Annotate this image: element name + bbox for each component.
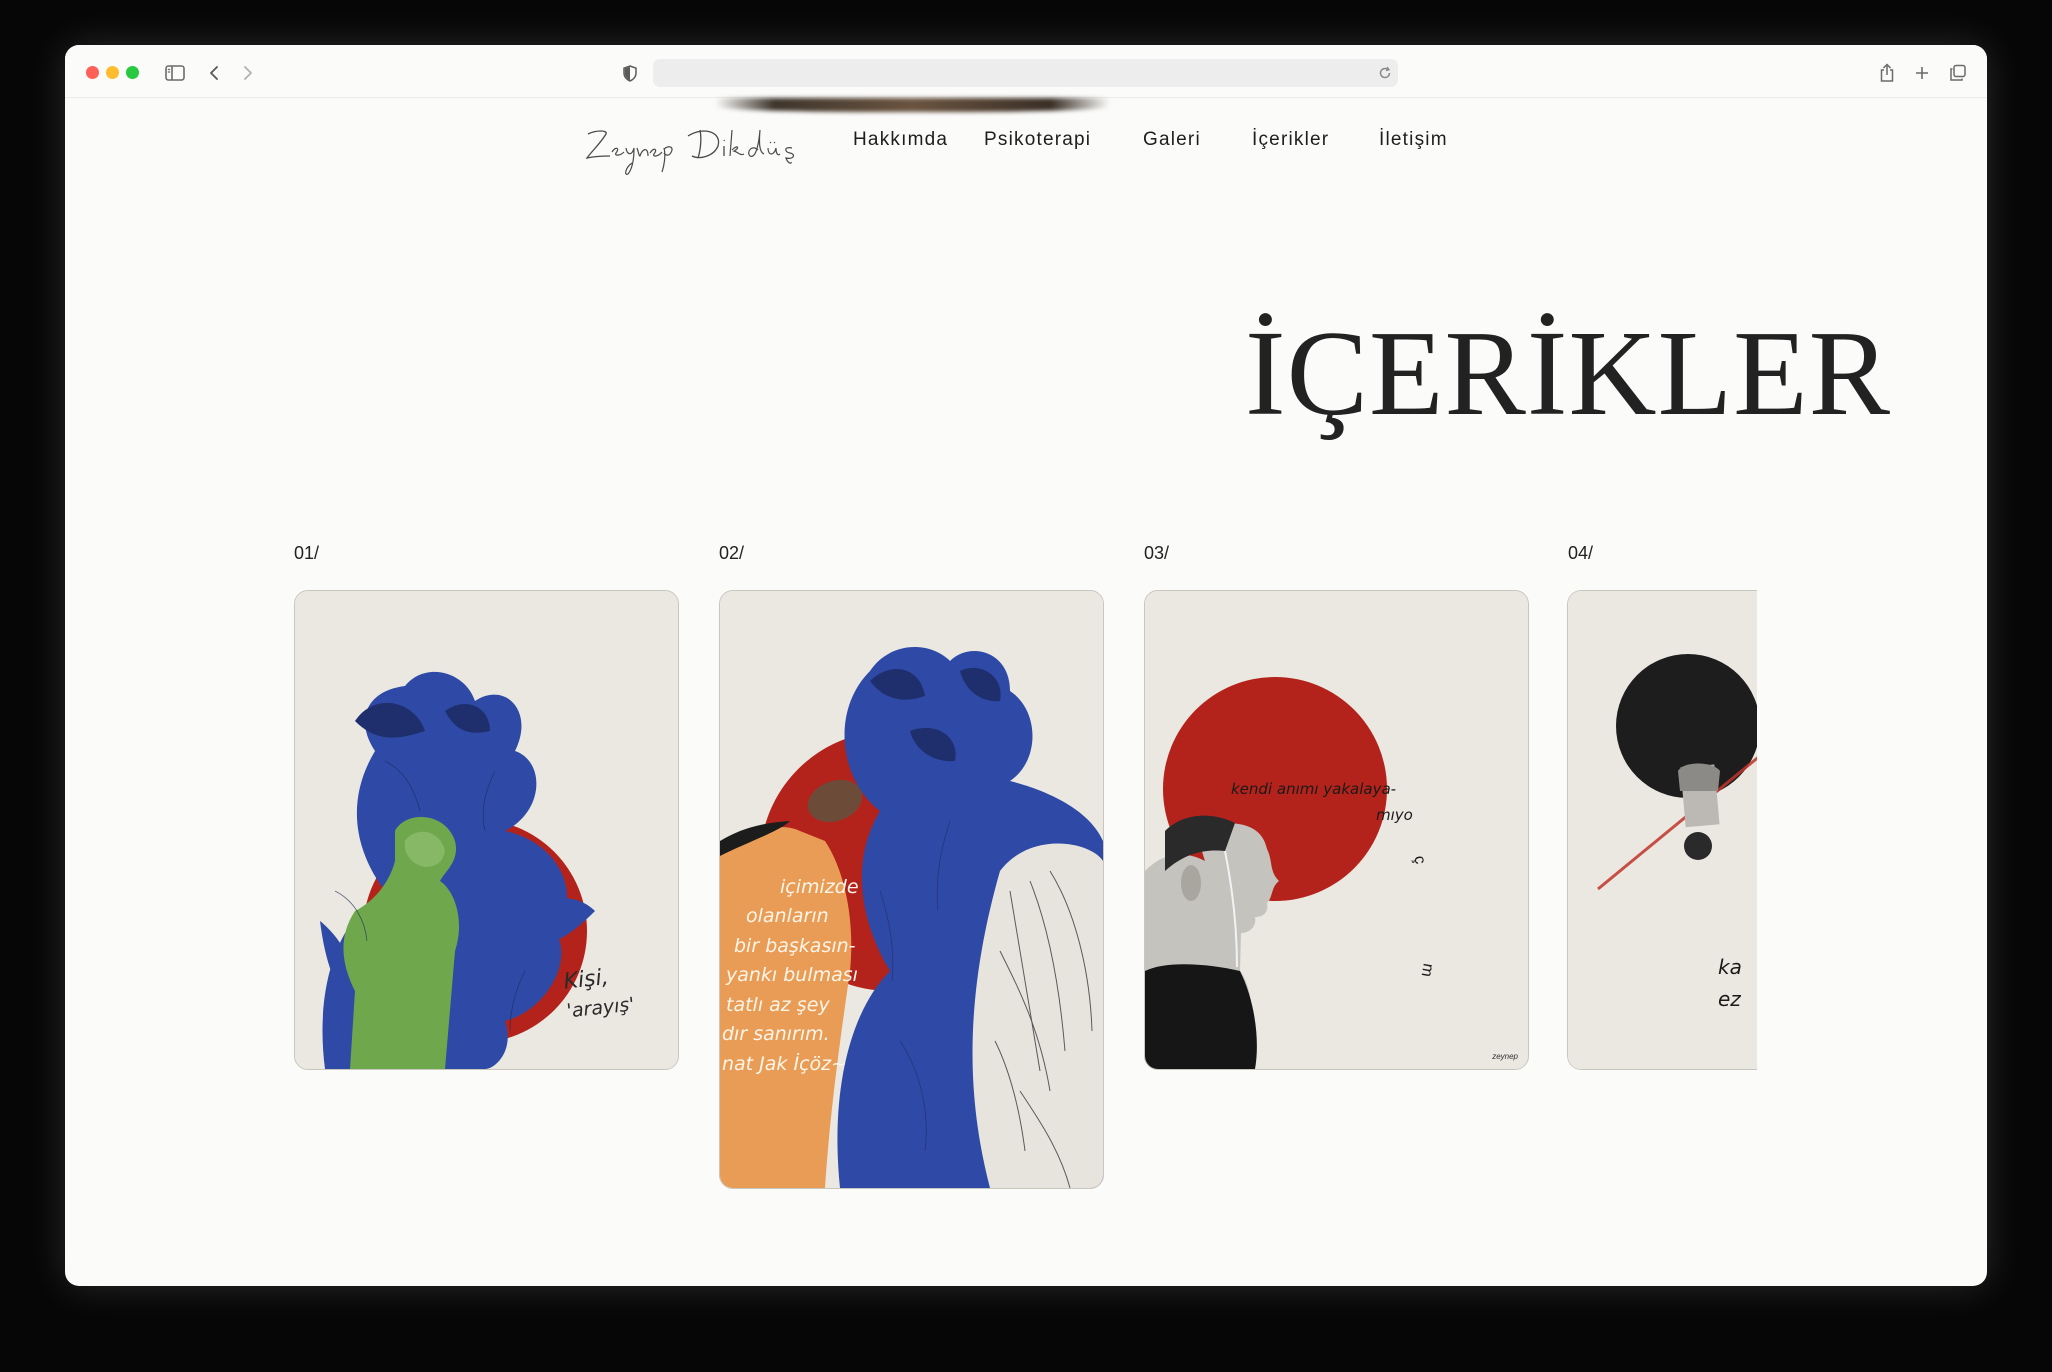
- browser-window: Hakkımda Psikoterapi Galeri İçerikler İl…: [65, 45, 1987, 1286]
- content-card-2[interactable]: içimizde olanların bir başkasın- yankı b…: [719, 590, 1104, 1189]
- tab-overview-icon[interactable]: [1943, 58, 1973, 88]
- card-caption: kendi anımı yakalaya- mıyo: [1231, 780, 1413, 824]
- address-bar[interactable]: [653, 59, 1398, 87]
- card-number: 04/: [1568, 543, 1594, 563]
- card-artwork: [1145, 591, 1528, 1069]
- page-content: Hakkımda Psikoterapi Galeri İçerikler İl…: [65, 98, 1987, 1286]
- browser-toolbar: [65, 45, 1987, 98]
- sidebar-toggle-icon[interactable]: [160, 58, 190, 88]
- page-title: İÇERİKLER: [1245, 306, 1892, 441]
- nav-item-icerikler[interactable]: İçerikler: [1252, 129, 1329, 151]
- new-tab-icon[interactable]: [1907, 58, 1937, 88]
- minimize-window-button[interactable]: [106, 66, 119, 79]
- content-card-1[interactable]: Kişi, 'arayış': [294, 590, 679, 1070]
- card-caption: Kişi, 'arayış': [562, 964, 636, 1023]
- zoom-window-button[interactable]: [126, 66, 139, 79]
- card-number: 03/: [1144, 543, 1170, 563]
- share-icon[interactable]: [1872, 58, 1902, 88]
- content-card-4[interactable]: ka ez: [1567, 590, 1757, 1070]
- forward-icon[interactable]: [233, 58, 263, 88]
- header-photo-edge: [715, 98, 1110, 112]
- nav-item-galeri[interactable]: Galeri: [1143, 129, 1201, 151]
- scattered-letter: m: [1417, 962, 1437, 979]
- card-number: 02/: [719, 543, 745, 563]
- close-window-button[interactable]: [86, 66, 99, 79]
- logo-signature: [585, 129, 795, 175]
- nav-item-iletisim[interactable]: İletişim: [1379, 129, 1448, 151]
- card-caption: içimizde olanların bir başkasın- yankı b…: [722, 876, 859, 1075]
- card-4-viewport: ka ez: [1567, 590, 1757, 1070]
- privacy-shield-icon[interactable]: [615, 58, 645, 88]
- nav-item-psikoterapi[interactable]: Psikoterapi: [984, 129, 1091, 151]
- reload-icon[interactable]: [1378, 59, 1392, 87]
- back-icon[interactable]: [199, 58, 229, 88]
- content-card-3[interactable]: kendi anımı yakalaya- mıyo ç m zeynep: [1144, 590, 1529, 1070]
- artist-signature: zeynep: [1492, 1052, 1518, 1061]
- site-logo[interactable]: [582, 118, 807, 178]
- nav-item-hakkimda[interactable]: Hakkımda: [853, 129, 948, 151]
- card-caption: ka ez: [1718, 955, 1742, 1011]
- card-number: 01/: [294, 543, 320, 563]
